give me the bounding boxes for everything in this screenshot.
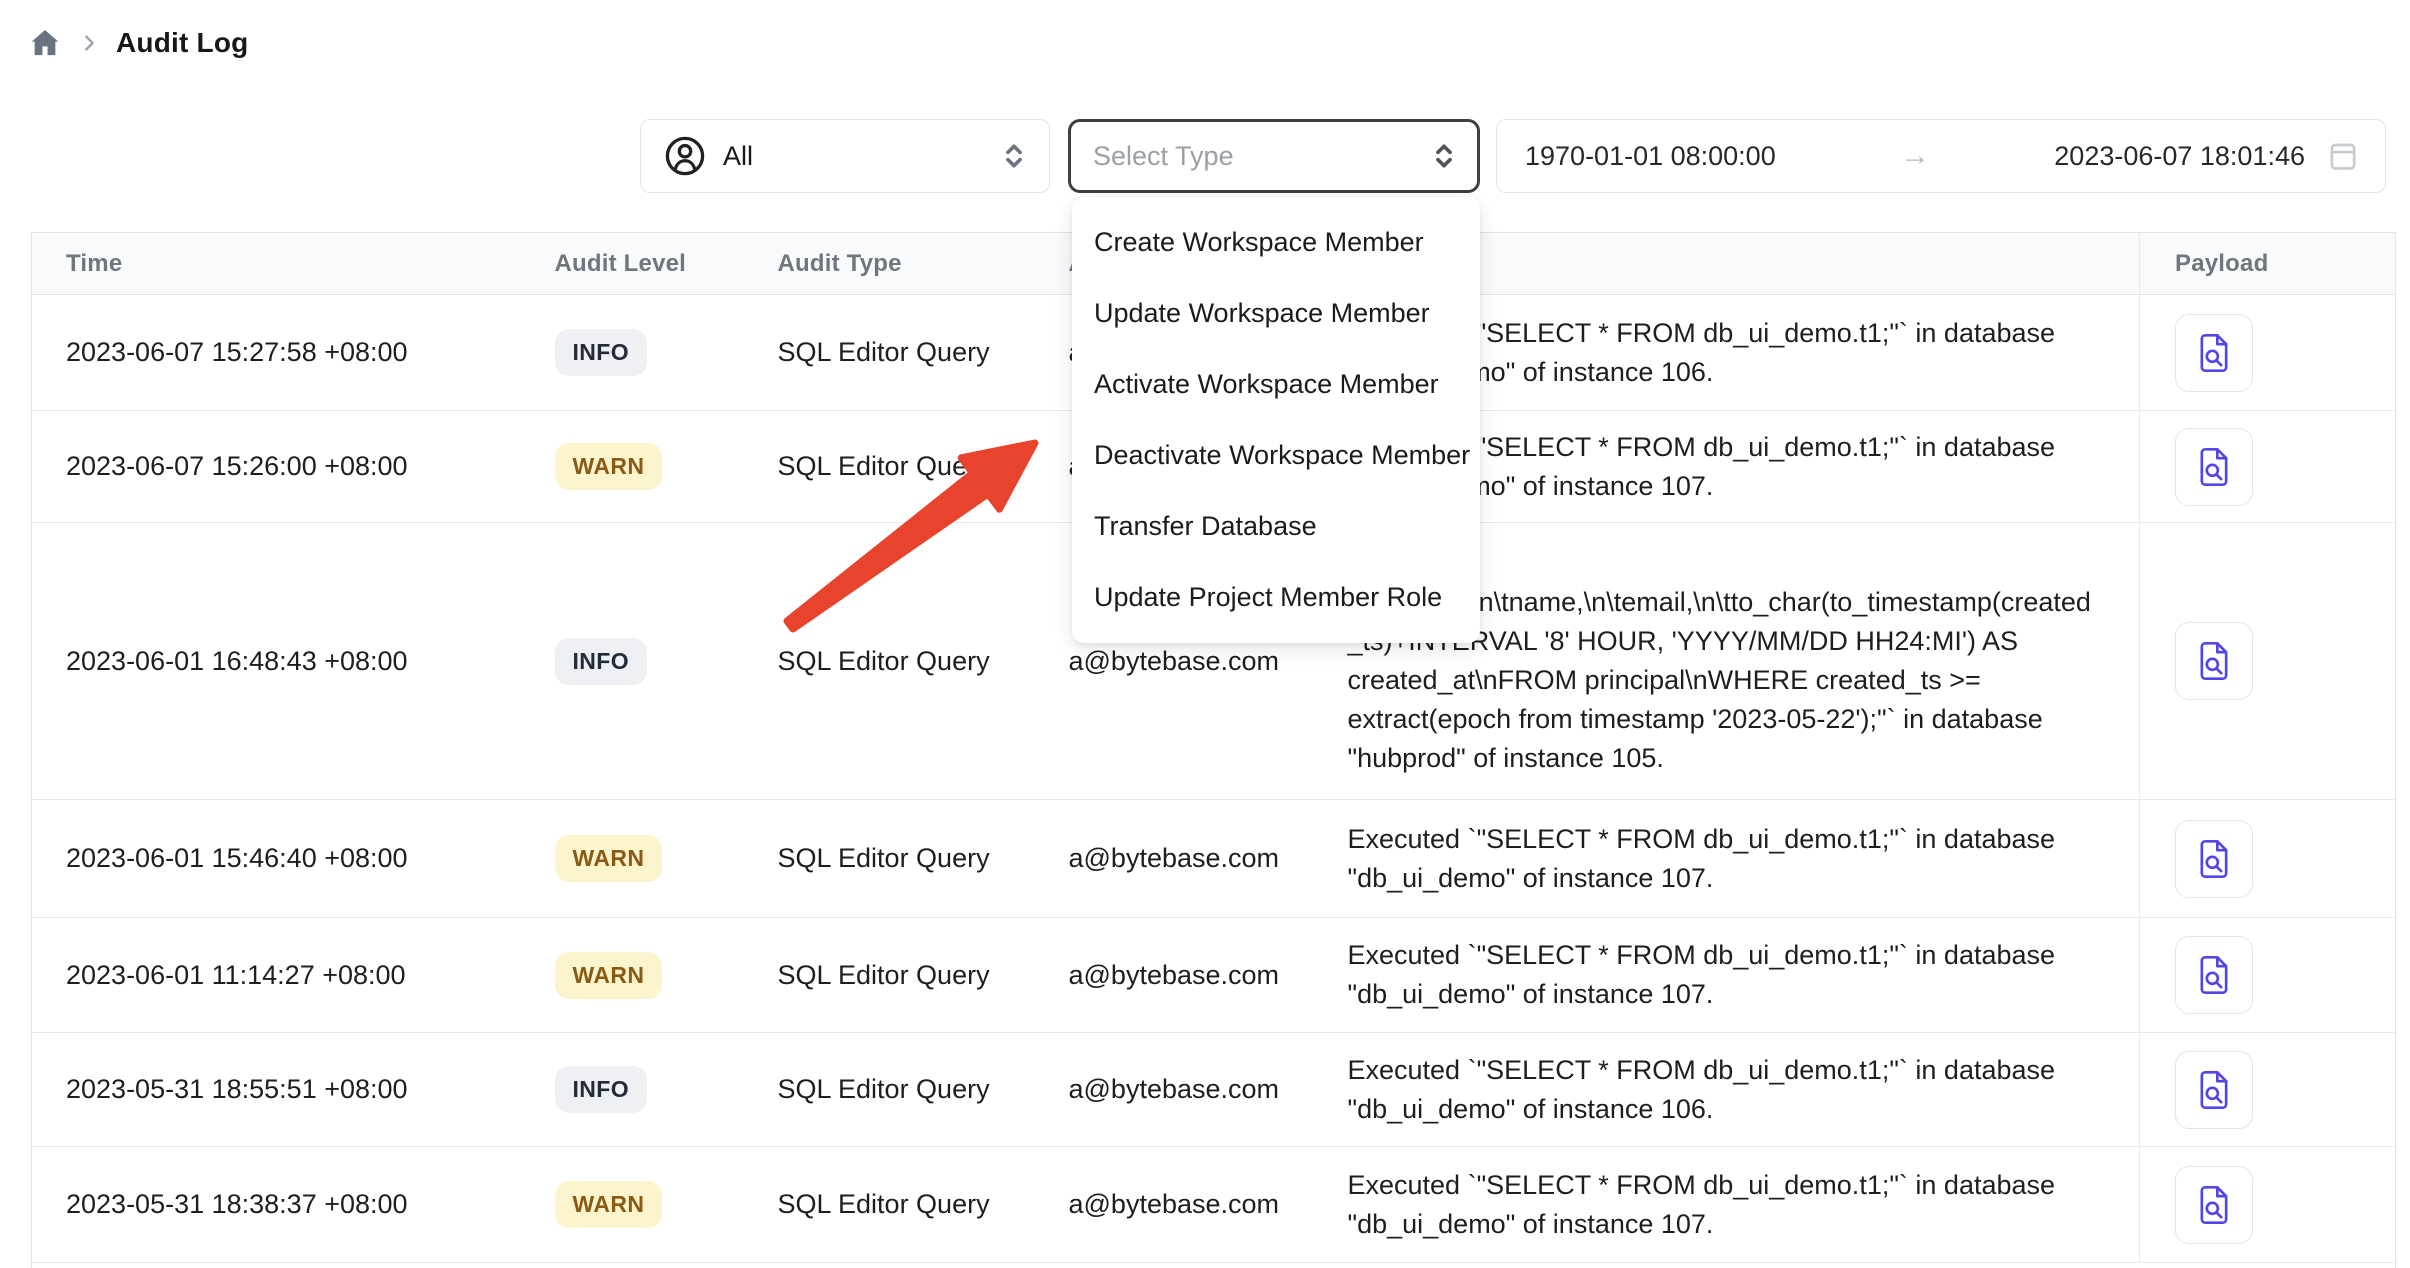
audit-log-page: Audit Log All Select Type 1970-01- [0,0,2410,1268]
cell-actor: a@bytebase.com [1069,800,1348,918]
cell-actor: a@bytebase.com [1069,918,1348,1033]
cell-comment: Executed `"SELECT * FROM db_ui_demo.t1;"… [1348,1033,2140,1147]
cell-audit-level: INFO [555,295,778,411]
audit-level-badge: INFO [555,638,648,685]
cell-audit-level: WARN [555,800,778,918]
type-filter-select[interactable]: Select Type [1068,119,1480,193]
cell-time: 2023-05-31 18:55:51 +08:00 [32,1033,555,1147]
cell-payload [2140,918,2396,1033]
cell-audit-type: SQL Editor Query [778,523,1069,800]
page-title: Audit Log [116,27,248,59]
cell-time: 2023-06-01 16:48:43 +08:00 [32,523,555,800]
cell-audit-level: INFO [555,523,778,800]
audit-level-badge: INFO [555,329,648,376]
person-circle-icon [663,134,707,178]
type-filter-dropdown-menu: Create Workspace MemberUpdate Workspace … [1072,197,1480,643]
table-row-partial [32,1263,2396,1268]
dropdown-menu-item[interactable]: Transfer Database [1072,491,1480,562]
table-row: 2023-05-31 18:38:37 +08:00 WARN SQL Edit… [32,1147,2396,1263]
cell-time: 2023-06-07 15:27:58 +08:00 [32,295,555,411]
cell-audit-level: WARN [555,918,778,1033]
cell-payload [2140,800,2396,918]
cell-actor: a@bytebase.com [1069,1147,1348,1263]
cell-time: 2023-06-01 11:14:27 +08:00 [32,918,555,1033]
dropdown-menu-item[interactable]: Create Workspace Member [1072,207,1480,278]
cell-audit-level: WARN [555,1147,778,1263]
file-search-icon [2194,1069,2234,1111]
cell-audit-level: INFO [555,1033,778,1147]
cell-audit-type: SQL Editor Query [778,1033,1069,1147]
dropdown-menu-item[interactable]: Deactivate Workspace Member [1072,420,1480,491]
date-range-end[interactable]: 2023-06-07 18:01:46 [2054,141,2305,172]
cell-audit-type: SQL Editor Query [778,295,1069,411]
type-filter-placeholder: Select Type [1093,141,1429,172]
cell-payload [2140,1147,2396,1263]
cell-time: 2023-06-07 15:26:00 +08:00 [32,411,555,523]
audit-level-badge: INFO [555,1066,648,1113]
cell-payload [2140,411,2396,523]
cell-payload [2140,295,2396,411]
cell-comment: Executed `"SELECT * FROM db_ui_demo.t1;"… [1348,1147,2140,1263]
chevron-up-down-icon [1429,139,1459,173]
cell-payload [2140,1033,2396,1147]
cell-comment: Executed `"SELECT * FROM db_ui_demo.t1;"… [1348,918,2140,1033]
col-header-audit-type: Audit Type [778,233,1069,295]
view-payload-button[interactable] [2175,622,2253,700]
cell-audit-type: SQL Editor Query [778,411,1069,523]
table-row: 2023-05-31 18:55:51 +08:00 INFO SQL Edit… [32,1033,2396,1147]
view-payload-button[interactable] [2175,936,2253,1014]
chevron-right-icon [78,32,100,54]
file-search-icon [2194,332,2234,374]
filter-bar: All Select Type 1970-01-01 08:00:00 → 20… [640,119,2386,193]
arrow-right-icon: → [1776,139,2055,173]
cell-actor: a@bytebase.com [1069,1033,1348,1147]
audit-level-badge: WARN [555,1181,663,1228]
chevron-up-down-icon [999,139,1029,173]
dropdown-menu-item[interactable]: Activate Workspace Member [1072,349,1480,420]
table-row: 2023-06-01 11:14:27 +08:00 WARN SQL Edit… [32,918,2396,1033]
view-payload-button[interactable] [2175,314,2253,392]
dropdown-menu-item[interactable]: Update Workspace Member [1072,278,1480,349]
audit-level-badge: WARN [555,443,663,490]
cell-audit-type: SQL Editor Query [778,800,1069,918]
cell-audit-type: SQL Editor Query [778,1147,1069,1263]
view-payload-button[interactable] [2175,1166,2253,1244]
audit-level-badge: WARN [555,952,663,999]
view-payload-button[interactable] [2175,820,2253,898]
file-search-icon [2194,838,2234,880]
file-search-icon [2194,446,2234,488]
calendar-icon [2327,139,2359,173]
actor-filter-select[interactable]: All [640,119,1050,193]
cell-comment: Executed `"SELECT * FROM db_ui_demo.t1;"… [1348,800,2140,918]
file-search-icon [2194,640,2234,682]
cell-audit-type: SQL Editor Query [778,918,1069,1033]
col-header-time: Time [32,233,555,295]
file-search-icon [2194,1184,2234,1226]
audit-level-badge: WARN [555,835,663,882]
home-icon[interactable] [28,26,62,60]
breadcrumb: Audit Log [28,26,248,60]
view-payload-button[interactable] [2175,1051,2253,1129]
cell-audit-level: WARN [555,411,778,523]
cell-payload [2140,523,2396,800]
dropdown-menu-item[interactable]: Update Project Member Role [1072,562,1480,633]
col-header-audit-level: Audit Level [555,233,778,295]
date-range-start[interactable]: 1970-01-01 08:00:00 [1525,141,1776,172]
cell-time: 2023-05-31 18:38:37 +08:00 [32,1147,555,1263]
table-row: 2023-06-01 15:46:40 +08:00 WARN SQL Edit… [32,800,2396,918]
file-search-icon [2194,954,2234,996]
cell-time: 2023-06-01 15:46:40 +08:00 [32,800,555,918]
actor-filter-value: All [723,141,999,172]
date-range-picker[interactable]: 1970-01-01 08:00:00 → 2023-06-07 18:01:4… [1496,119,2386,193]
col-header-payload: Payload [2140,233,2396,295]
view-payload-button[interactable] [2175,428,2253,506]
